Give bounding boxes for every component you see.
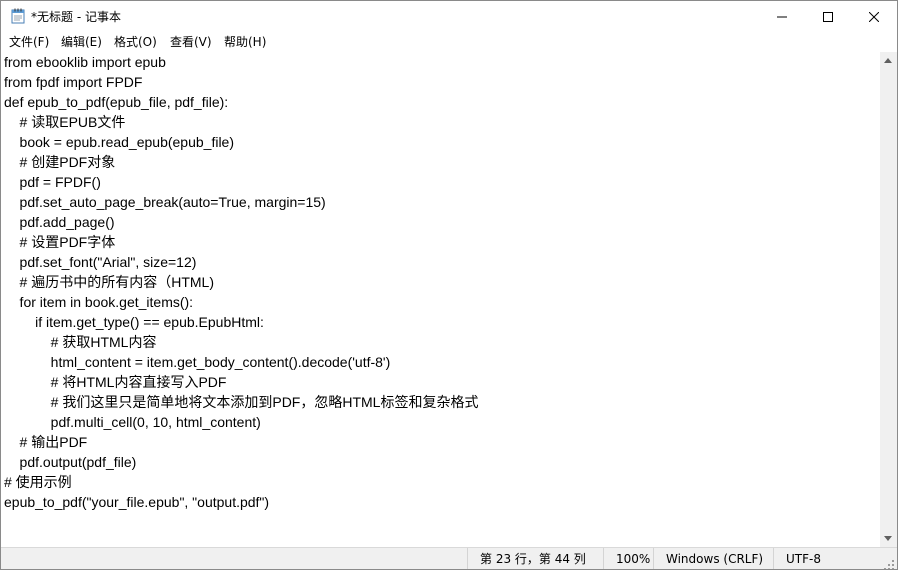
cursor-position: 第 23 行，第 44 列	[467, 548, 603, 569]
close-button[interactable]	[851, 1, 897, 31]
editor-line: pdf.output(pdf_file)	[4, 454, 137, 470]
editor-line: html_content = item.get_body_content().d…	[4, 354, 391, 370]
window-title: *无标题 - 记事本	[31, 10, 121, 24]
maximize-button[interactable]	[805, 1, 851, 31]
editor-line: pdf.set_auto_page_break(auto=True, margi…	[4, 194, 326, 210]
editor-line: from fpdf import FPDF	[4, 74, 143, 90]
notepad-window: *无标题 - 记事本 文件(F) 编辑(E) 格式(O) 查看(V) 帮助(H)	[0, 0, 898, 570]
minimize-button[interactable]	[759, 1, 805, 31]
menu-bar: 文件(F) 编辑(E) 格式(O) 查看(V) 帮助(H)	[1, 31, 897, 51]
editor-line: # 读取EPUB文件	[4, 114, 126, 130]
menu-view[interactable]: 查看(V)	[168, 33, 214, 50]
editor-line: # 设置PDF字体	[4, 234, 116, 250]
text-editor[interactable]: from ebooklib import epub from fpdf impo…	[1, 52, 880, 547]
editor-line: # 我们这里只是简单地将文本添加到PDF，忽略HTML标签和复杂格式	[4, 394, 479, 410]
editor-line: def epub_to_pdf(epub_file, pdf_file):	[4, 94, 229, 110]
editor-line: pdf.multi_cell(0, 10, html_content)	[4, 414, 261, 430]
resize-grip-icon[interactable]	[883, 556, 895, 569]
vertical-scrollbar[interactable]	[880, 52, 897, 547]
editor-line: from ebooklib import epub	[4, 54, 166, 70]
status-bar: 第 23 行，第 44 列 100% Windows (CRLF) UTF-8	[1, 547, 897, 569]
editor-line: book = epub.read_epub(epub_file)	[4, 134, 235, 150]
editor-line: # 将HTML内容直接写入PDF	[4, 374, 227, 390]
editor-line: pdf = FPDF()	[4, 174, 101, 190]
editor-line: if item.get_type() == epub.EpubHtml:	[4, 314, 264, 330]
editor-line: pdf.add_page()	[4, 214, 115, 230]
maximize-icon	[823, 7, 833, 26]
menu-edit[interactable]: 编辑(E)	[59, 33, 104, 50]
editor-line: epub_to_pdf("your_file.epub", "output.pd…	[4, 494, 270, 510]
line-ending: Windows (CRLF)	[653, 548, 773, 569]
scroll-up-icon[interactable]	[884, 58, 892, 63]
menu-file[interactable]: 文件(F)	[7, 33, 51, 50]
editor-line: # 遍历书中的所有内容（HTML)	[4, 274, 215, 290]
title-bar[interactable]: *无标题 - 记事本	[1, 1, 897, 31]
editor-line: for item in book.get_items():	[4, 294, 194, 310]
editor-line: # 输出PDF	[4, 434, 88, 450]
editor-line: # 创建PDF对象	[4, 154, 116, 170]
editor-line: # 获取HTML内容	[4, 334, 157, 350]
encoding: UTF-8	[773, 548, 881, 569]
close-icon	[868, 7, 880, 26]
zoom-level: 100%	[603, 548, 653, 569]
notepad-icon	[11, 8, 25, 24]
menu-format[interactable]: 格式(O)	[112, 33, 159, 50]
menu-help[interactable]: 帮助(H)	[222, 33, 268, 50]
minimize-icon	[777, 7, 787, 26]
scroll-down-icon[interactable]	[884, 536, 892, 541]
editor-line: # 使用示例	[4, 474, 72, 490]
editor-line: pdf.set_font("Arial", size=12)	[4, 254, 197, 270]
